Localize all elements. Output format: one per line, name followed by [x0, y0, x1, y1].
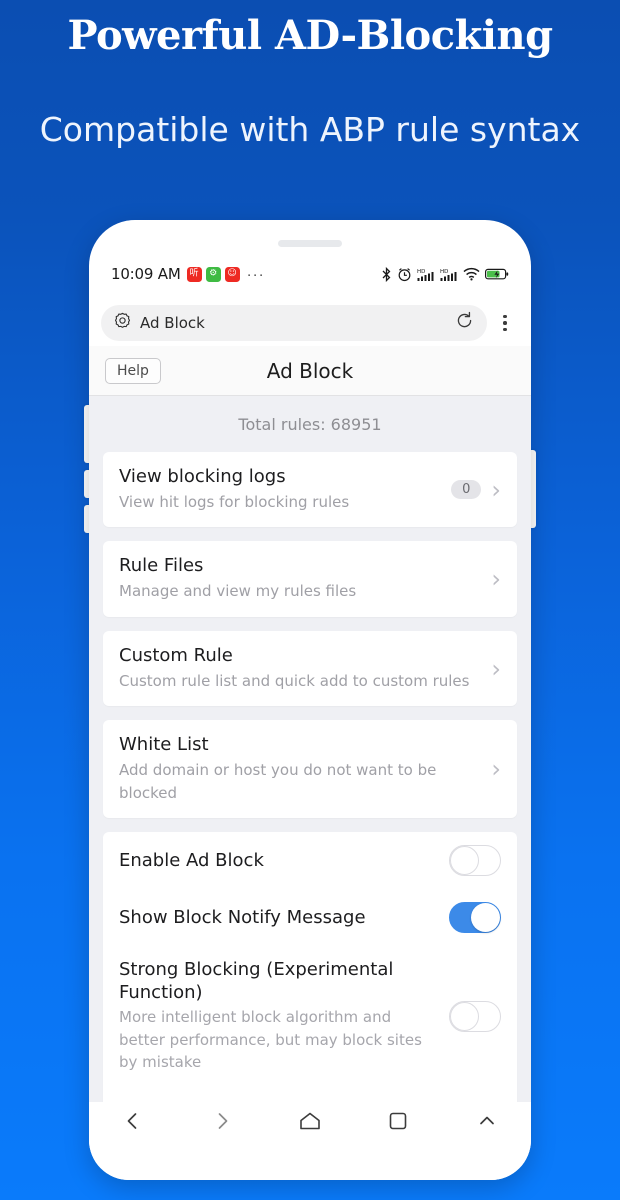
back-icon[interactable]: [106, 1110, 160, 1132]
phone-earpiece-speaker: [278, 240, 342, 247]
setting-title: Enable Ad Block: [119, 849, 264, 871]
settings-group: Enable Ad Block Show Block Notify Messag…: [103, 832, 517, 1102]
status-bar-clock: 10:09 AM: [111, 265, 181, 283]
page-title: Powerful AD-Blocking: [67, 12, 553, 59]
notif-green-icon: ⚙: [205, 266, 221, 282]
gear-icon: [114, 312, 131, 334]
browser-bottom-nav: [89, 1102, 531, 1180]
kebab-menu-icon[interactable]: [491, 314, 519, 332]
app-content: Total rules: 68951 View blocking logs Vi…: [89, 396, 531, 1102]
help-button[interactable]: Help: [105, 357, 161, 384]
svg-text:HD: HD: [440, 269, 448, 275]
list-item-subtitle: Add domain or host you do not want to be…: [119, 761, 437, 802]
setting-strong-blocking[interactable]: Strong Blocking (Experimental Function) …: [119, 946, 501, 1087]
setting-subtitle: More intelligent block algorithm and bet…: [119, 1008, 422, 1072]
setting-title: Show Block Notify Message: [119, 906, 366, 928]
wifi-icon: [463, 267, 480, 281]
list-item-title: White List: [119, 734, 209, 756]
notif-red-icon: 听: [186, 266, 202, 282]
address-bar[interactable]: Ad Block: [101, 305, 487, 341]
tabs-icon[interactable]: [371, 1110, 425, 1132]
status-bar: 10:09 AM 听 ⚙ ☺ ··· HD HD: [89, 261, 531, 287]
page-subtitle: Compatible with ABP rule syntax: [39, 110, 581, 149]
more-icon[interactable]: [460, 1110, 514, 1132]
bluetooth-icon: [381, 266, 392, 282]
list-item-title: Rule Files: [119, 555, 204, 577]
setting-enable-ad-block[interactable]: Enable Ad Block: [119, 832, 501, 889]
list-item-title: Custom Rule: [119, 644, 233, 666]
list-item-subtitle: Manage and view my rules files: [119, 582, 357, 601]
hd-signal-1-icon: HD: [417, 267, 435, 282]
status-bar-left: 10:09 AM 听 ⚙ ☺ ···: [111, 265, 265, 283]
chevron-right-icon: ›: [491, 565, 501, 594]
reload-icon[interactable]: [455, 311, 474, 335]
address-bar-title: Ad Block: [140, 314, 205, 332]
status-badge: 0: [451, 480, 482, 500]
phone-mockup: 10:09 AM 听 ⚙ ☺ ··· HD HD Ad Block Ad Blo…: [89, 220, 531, 1180]
app-header: Ad Block Help: [89, 346, 531, 396]
hd-signal-2-icon: HD: [440, 267, 458, 282]
list-item-rule-files[interactable]: Rule Files Manage and view my rules file…: [103, 541, 517, 617]
list-item-subtitle: Custom rule list and quick add to custom…: [119, 671, 470, 690]
toggle-knob: [471, 903, 500, 933]
status-overflow-dots: ···: [246, 265, 265, 283]
list-item-subtitle: View hit logs for blocking rules: [119, 492, 350, 511]
list-item-white-list[interactable]: White List Add domain or host you do not…: [103, 720, 517, 819]
battery-charging-icon: [485, 267, 509, 281]
chevron-right-icon: ›: [491, 475, 501, 504]
promo-banner: Powerful AD-Blocking Compatible with ABP…: [0, 0, 620, 1200]
browser-toolbar: Ad Block: [89, 300, 531, 346]
status-bar-right: HD HD: [381, 266, 509, 282]
list-item-view-blocking-logs[interactable]: View blocking logs View hit logs for blo…: [103, 452, 517, 528]
toggle-knob: [450, 1002, 479, 1032]
home-icon[interactable]: [283, 1110, 337, 1132]
toggle-strong-blocking[interactable]: [449, 1001, 501, 1033]
setting-title: Strong Blocking (Experimental Function): [119, 959, 394, 1003]
toggle-enable-ad-block[interactable]: [449, 845, 501, 877]
alarm-icon: [397, 267, 412, 282]
notif-red-alt-icon: ☺: [224, 266, 240, 282]
setting-block-page-popups[interactable]: Block page pop-ups Block page active pop…: [119, 1087, 501, 1102]
list-item-title: View blocking logs: [119, 466, 286, 487]
svg-text:HD: HD: [417, 269, 425, 275]
toggle-show-block-notify[interactable]: [449, 902, 501, 934]
setting-show-block-notify[interactable]: Show Block Notify Message: [119, 889, 501, 946]
chevron-right-icon: ›: [491, 755, 501, 784]
toggle-knob: [450, 846, 479, 876]
total-rules-label: Total rules: 68951: [238, 414, 382, 434]
chevron-right-icon: ›: [491, 654, 501, 683]
forward-icon[interactable]: [195, 1110, 249, 1132]
list-item-custom-rule[interactable]: Custom Rule Custom rule list and quick a…: [103, 630, 517, 707]
